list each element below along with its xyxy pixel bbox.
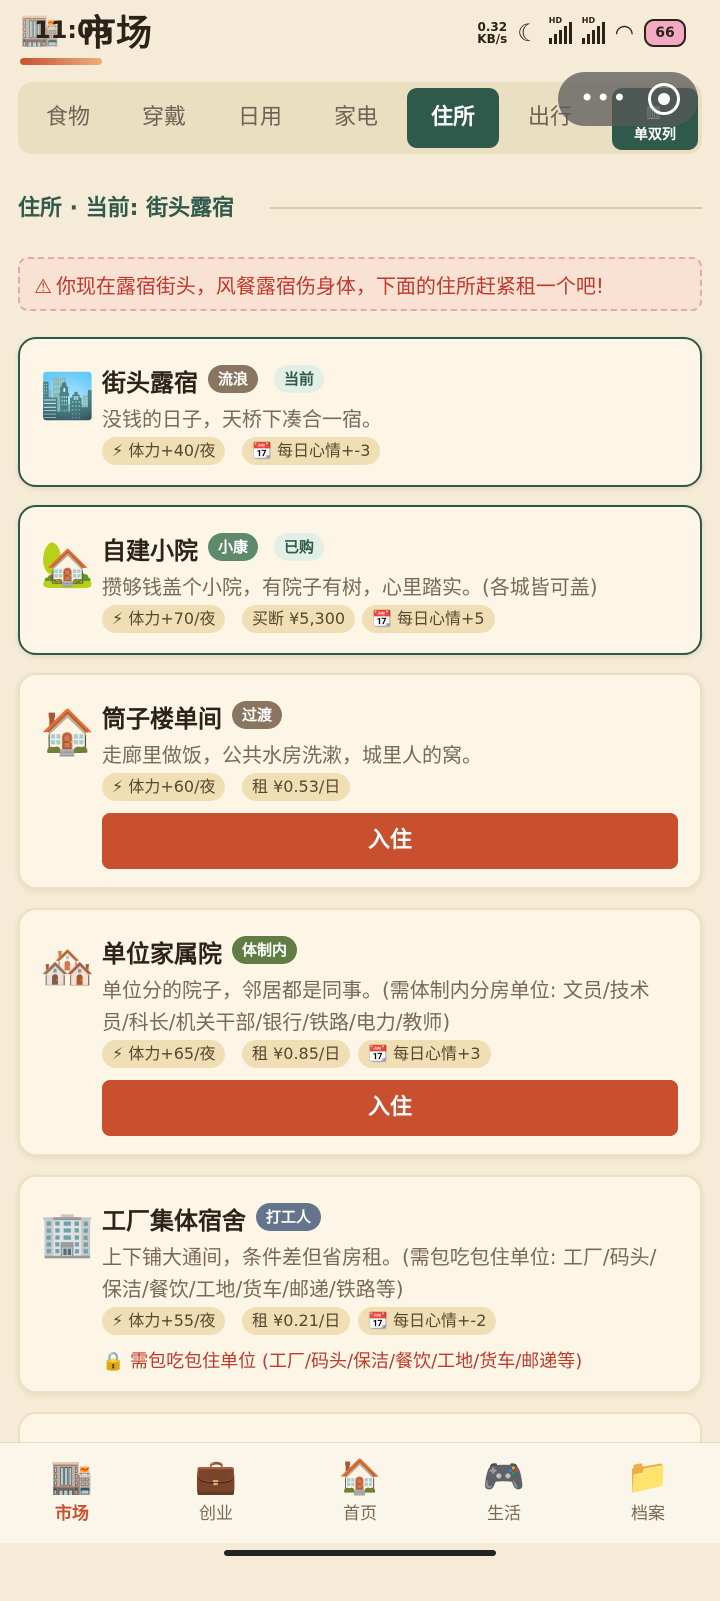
category-badge: 打工人 <box>256 1203 322 1231</box>
page-title: 市场 <box>80 13 153 54</box>
section-title: 住所 · 当前: 街头露宿 <box>18 196 235 221</box>
divider <box>270 207 702 209</box>
do-not-disturb-icon: ☾ <box>517 19 539 47</box>
wifi-icon: ◠ <box>614 20 634 46</box>
network-speed: 0.32 KB/s <box>477 20 508 46</box>
housing-card: 🏠 筒子楼单间 过渡 走廊里做饭，公共水房洗漱，城里人的窝。 ⚡ 体力+60/夜… <box>18 673 702 889</box>
signal-icon-2: HD <box>581 16 605 44</box>
market-icon: 🏬 <box>50 1457 94 1497</box>
tab-appliance[interactable]: 家电 <box>310 88 402 148</box>
close-miniprogram-icon[interactable] <box>648 83 680 115</box>
move-in-button[interactable]: 入住 <box>102 1080 678 1136</box>
category-badge: 流浪 <box>208 365 259 393</box>
housing-name: 单位家属院 <box>102 940 222 968</box>
status-badge: 当前 <box>274 365 325 393</box>
bottom-navigation: 🏬 市场 💼 创业 🏠 首页 🎮 生活 📁 档案 <box>0 1442 720 1543</box>
category-badge: 小康 <box>208 533 259 561</box>
price-chip: 租 ¥0.85/日 <box>242 1040 351 1068</box>
gamepad-icon: 🎮 <box>482 1457 526 1497</box>
briefcase-icon: 💼 <box>194 1457 238 1497</box>
houses-icon: 🏘️ <box>40 942 95 993</box>
warning-icon: ⚠ <box>34 274 52 298</box>
miniprogram-capsule: ••• <box>558 72 698 126</box>
nav-business[interactable]: 💼 创业 <box>166 1457 266 1524</box>
housing-card: 🏙️ 街头露宿 流浪 当前 没钱的日子，天桥下凑合一宿。 ⚡ 体力+40/夜 📆… <box>18 337 702 487</box>
home-indicator[interactable] <box>224 1550 496 1556</box>
housing-card: 🏘️ 单位家属院 体制内 单位分的院子，邻居都是同事。(需体制内分房单位: 文员… <box>18 908 702 1156</box>
requirement-note: 🔒 需包吃包住单位 (工厂/码头/保洁/餐饮/工地/货车/邮递等) <box>102 1351 583 1372</box>
status-badge: 已购 <box>274 533 325 561</box>
status-bar: 🏬 11:03 市场 0.32 KB/s ☾ HD HD ◠ 66 <box>0 0 720 70</box>
move-in-button[interactable]: 入住 <box>102 813 678 869</box>
battery-icon: 66 <box>644 19 686 47</box>
housing-description: 单位分的院子，邻居都是同事。(需体制内分房单位: 文员/技术员/科长/机关干部/… <box>102 978 650 1034</box>
nav-market[interactable]: 🏬 市场 <box>22 1457 122 1524</box>
system-icons: 0.32 KB/s ☾ HD HD ◠ 66 <box>477 16 686 50</box>
tab-wear[interactable]: 穿戴 <box>118 88 210 148</box>
tab-daily[interactable]: 日用 <box>214 88 306 148</box>
folder-icon: 📁 <box>626 1457 670 1497</box>
nav-archive[interactable]: 📁 档案 <box>598 1457 698 1524</box>
housing-card: 🏢 工厂集体宿舍 打工人 上下铺大通间，条件差但省房租。(需包吃包住单位: 工厂… <box>18 1175 702 1393</box>
signal-icon: HD <box>548 16 572 44</box>
stat-chip: ⚡ 体力+70/夜 <box>102 605 226 633</box>
stat-chip: ⚡ 体力+55/夜 <box>102 1307 226 1335</box>
office-building-icon: 🏢 <box>40 1209 95 1260</box>
stat-chip: ⚡ 体力+65/夜 <box>102 1040 226 1068</box>
tab-housing[interactable]: 住所 <box>407 88 499 148</box>
tab-food[interactable]: 食物 <box>22 88 114 148</box>
price-chip: 租 ¥0.21/日 <box>242 1307 351 1335</box>
stat-chip: 📆 每日心情+-2 <box>358 1307 497 1335</box>
housing-card: 🏡 自建小院 小康 已购 攒够钱盖个小院，有院子有树，心里踏实。(各城皆可盖) … <box>18 505 702 655</box>
stat-chip: ⚡ 体力+40/夜 <box>102 437 226 465</box>
house-with-garden-icon: 🏡 <box>40 539 95 590</box>
category-badge: 过渡 <box>232 701 283 729</box>
stat-chip: 📆 每日心情+-3 <box>242 437 381 465</box>
house-icon: 🏠 <box>40 707 95 758</box>
home-icon: 🏠 <box>338 1457 382 1497</box>
more-icon[interactable]: ••• <box>580 84 628 112</box>
title-underline <box>20 58 102 65</box>
stat-chip: 📆 每日心情+5 <box>362 605 495 633</box>
warning-banner: ⚠ 你现在露宿街头，风餐露宿伤身体，下面的住所赶紧租一个吧! <box>18 257 702 311</box>
price-chip: 买断 ¥5,300 <box>242 605 356 633</box>
stat-chip: ⚡ 体力+60/夜 <box>102 773 226 801</box>
housing-name: 工厂集体宿舍 <box>102 1207 246 1235</box>
nav-home[interactable]: 🏠 首页 <box>310 1457 410 1524</box>
housing-name: 街头露宿 <box>102 369 198 397</box>
city-icon: 🏙️ <box>40 371 95 422</box>
price-chip: 租 ¥0.53/日 <box>242 773 351 801</box>
housing-description: 没钱的日子，天桥下凑合一宿。 <box>102 407 382 431</box>
housing-description: 上下铺大通间，条件差但省房租。(需包吃包住单位: 工厂/码头/保洁/餐饮/工地/… <box>102 1245 657 1301</box>
housing-description: 走廊里做饭，公共水房洗漱，城里人的窝。 <box>102 743 482 767</box>
housing-name: 自建小院 <box>102 537 198 565</box>
stat-chip: 📆 每日心情+3 <box>358 1040 491 1068</box>
nav-life[interactable]: 🎮 生活 <box>454 1457 554 1524</box>
housing-description: 攒够钱盖个小院，有院子有树，心里踏实。(各城皆可盖) <box>102 575 598 599</box>
category-badge: 体制内 <box>232 936 298 964</box>
housing-name: 筒子楼单间 <box>102 705 222 733</box>
